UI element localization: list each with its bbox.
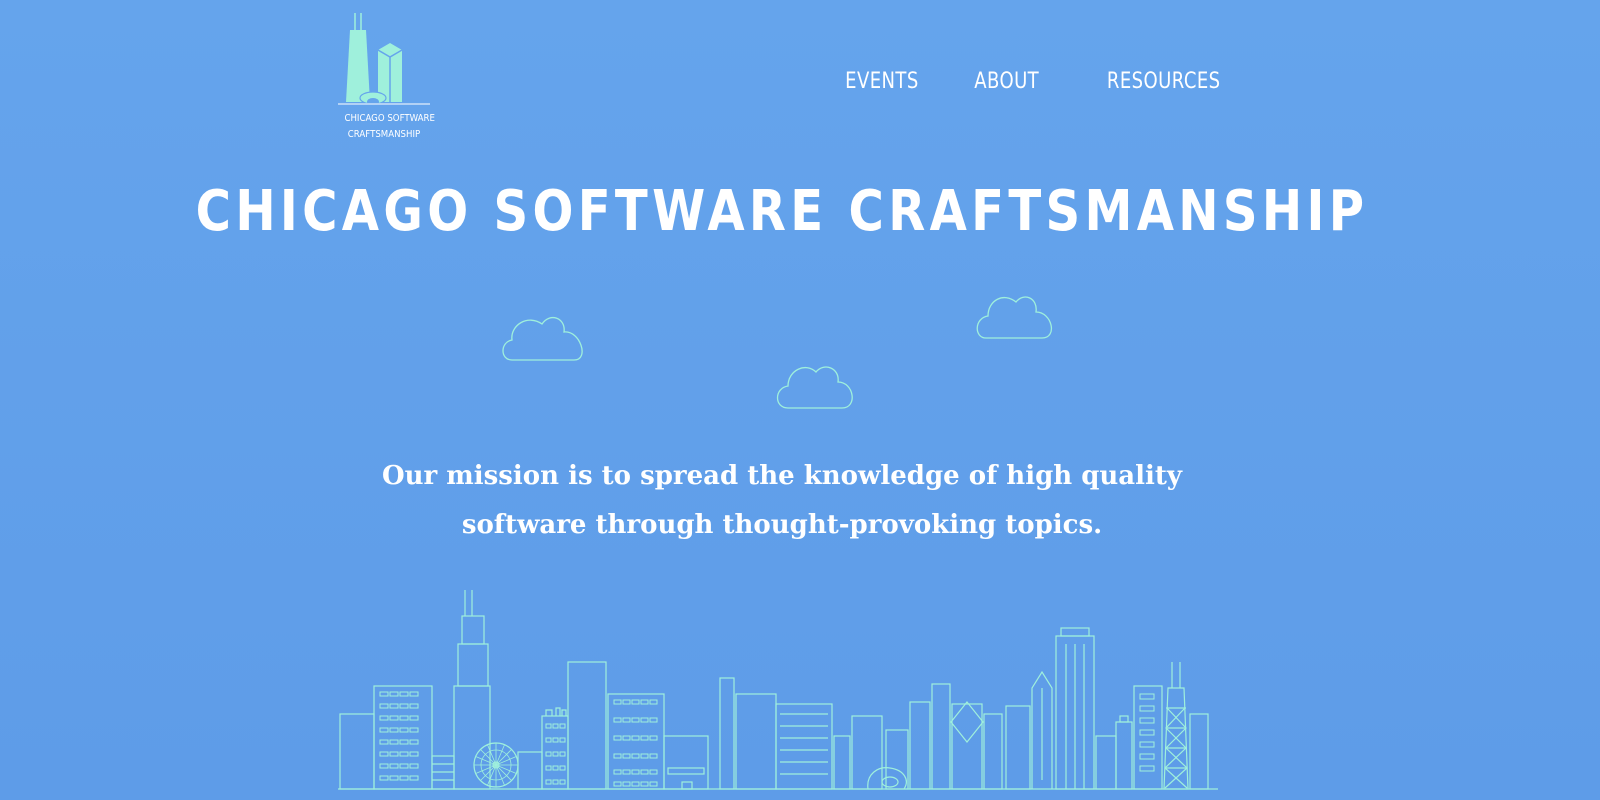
logo-line-1: CHICAGO SOFTWARE xyxy=(344,113,435,124)
chicago-skyline-illustration xyxy=(338,590,1218,790)
home-logo-link[interactable]: CHICAGO SOFTWARE CRAFTSMANSHIP xyxy=(338,10,435,145)
page-title: CHICAGO SOFTWARE CRAFTSMANSHIP xyxy=(195,179,1369,244)
logo-wordmark: CHICAGO SOFTWARE CRAFTSMANSHIP xyxy=(344,111,435,143)
cloud-icon xyxy=(976,296,1052,339)
mission-statement: Our mission is to spread the knowledge o… xyxy=(381,461,1183,540)
page: CHICAGO SOFTWARE CRAFTSMANSHIP EVENTS AB… xyxy=(0,0,1600,800)
nav-resources-link[interactable]: RESOURCES xyxy=(1106,64,1220,100)
main-nav: EVENTS ABOUT RESOURCES xyxy=(829,64,1220,100)
logo-line-2: CRAFTSMANSHIP xyxy=(347,129,421,140)
nav-about-link[interactable]: ABOUT xyxy=(975,64,1040,100)
nav-events-link[interactable]: EVENTS xyxy=(845,64,919,100)
logo-icon xyxy=(338,13,430,106)
cloud-icon xyxy=(776,366,853,409)
cloud-icon xyxy=(502,316,583,361)
